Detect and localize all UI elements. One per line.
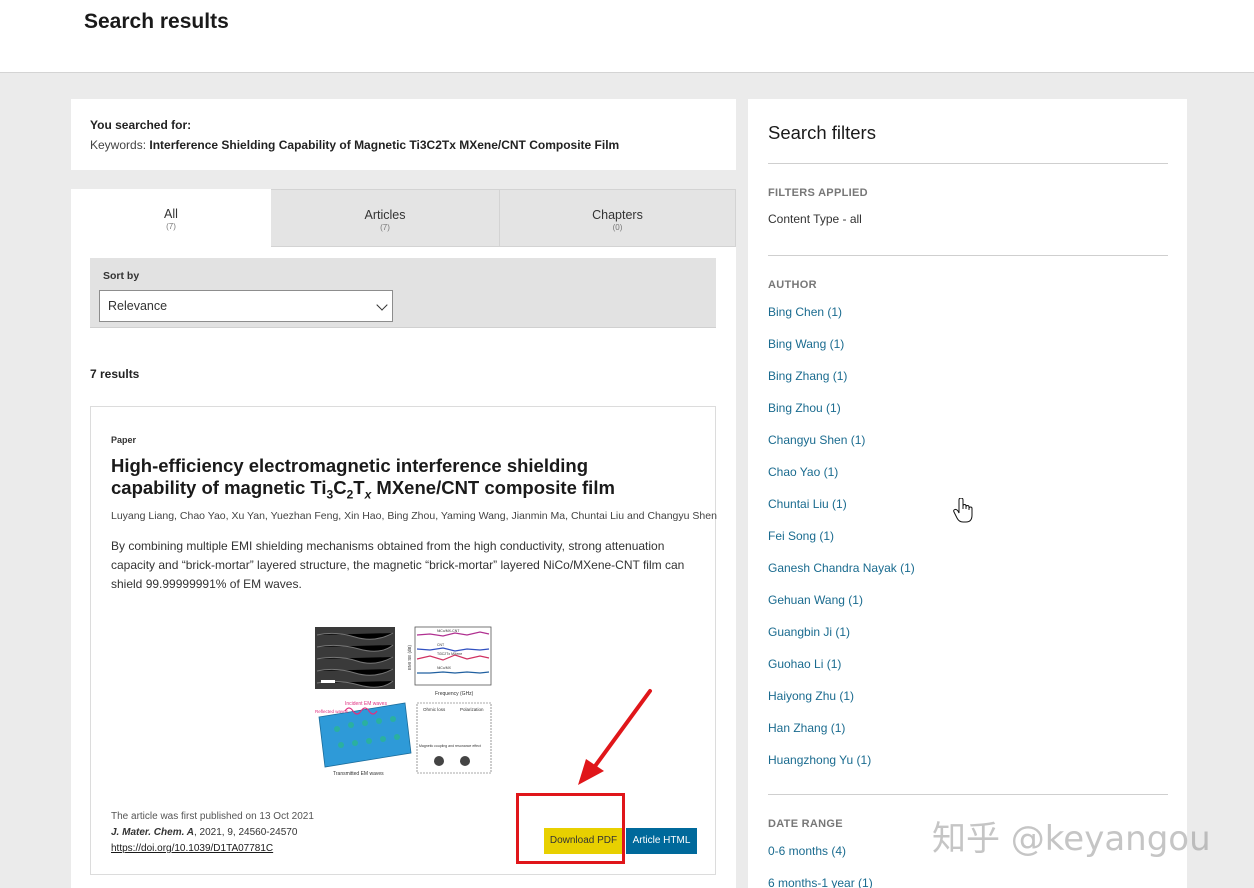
author-section-label: AUTHOR	[768, 279, 817, 291]
formula-subscripts: 3C2Tx	[326, 477, 372, 502]
content-type-filter: Content Type - all	[768, 212, 862, 226]
label-ohmic: Ohmic loss	[423, 707, 446, 712]
author-list: Bing Chen (1) Bing Wang (1) Bing Zhang (…	[768, 305, 915, 785]
author-filter-item[interactable]: Chao Yao (1)	[768, 465, 915, 497]
mechanism-panel	[416, 702, 492, 774]
search-keywords: Keywords: Interference Shielding Capabil…	[90, 138, 717, 152]
published-date: The article was first published on 13 Oc…	[111, 811, 314, 822]
author-filter-item[interactable]: Bing Chen (1)	[768, 305, 915, 337]
tab-articles-count: (7)	[380, 223, 390, 232]
author-filter-item[interactable]: Fei Song (1)	[768, 529, 915, 561]
author-filter-item[interactable]: Changyu Shen (1)	[768, 433, 915, 465]
filters-title: Search filters	[768, 122, 876, 143]
author-filter-item[interactable]: Chuntai Liu (1)	[768, 497, 915, 529]
filters-applied-label: FILTERS APPLIED	[768, 187, 868, 199]
result-title-suffix: MXene/CNT composite film	[371, 477, 615, 498]
sort-label: Sort by	[103, 270, 140, 282]
author-filter-item[interactable]: Bing Zhou (1)	[768, 401, 915, 433]
red-arrow-annotation	[578, 689, 652, 785]
author-filter-item[interactable]: Han Zhang (1)	[768, 721, 915, 753]
date-filter-item[interactable]: 0-6 months (4)	[768, 844, 846, 858]
tab-articles[interactable]: Articles (7)	[271, 189, 500, 247]
chevron-down-icon	[376, 299, 388, 311]
magnetic-particle-2	[460, 756, 470, 766]
journal-name: J. Mater. Chem. A	[111, 827, 194, 838]
se-legend-4: NiCo/MX	[437, 666, 452, 670]
tab-all-label: All	[164, 207, 178, 221]
sort-box: Sort by Relevance	[90, 258, 716, 328]
date-filter-item[interactable]: 6 months-1 year (1)	[768, 876, 873, 888]
scale-bar	[321, 680, 335, 683]
keywords-prefix: Keywords:	[90, 138, 150, 152]
result-title[interactable]: High-efficiency electromagnetic interfer…	[111, 455, 701, 506]
tab-articles-label: Articles	[364, 208, 406, 222]
search-summary-label: You searched for:	[90, 118, 192, 132]
keywords-value: Interference Shielding Capability of Mag…	[149, 138, 620, 152]
label-reflected: Reflected waves	[315, 709, 349, 714]
author-filter-item[interactable]: Guangbin Ji (1)	[768, 625, 915, 657]
result-abstract: By combining multiple EMI shielding mech…	[111, 539, 685, 591]
search-filters: Search filters FILTERS APPLIED Content T…	[748, 99, 1187, 888]
hand-cursor-icon	[953, 498, 973, 523]
results-count: 7 results	[90, 367, 140, 381]
graphical-abstract-image: Frequency (GHz) EMI SE (dB) NiCo/MX-CNT …	[315, 626, 492, 777]
divider	[768, 794, 1168, 795]
red-highlight-box	[516, 793, 625, 864]
page-header: Search results	[0, 0, 1254, 73]
author-filter-item[interactable]: Ganesh Chandra Nayak (1)	[768, 561, 915, 593]
result-title-line1: High-efficiency electromagnetic interfer…	[111, 455, 589, 476]
label-transmitted: Transmitted EM waves	[333, 771, 384, 777]
magnetic-particle-1	[434, 756, 444, 766]
result-type: Paper	[111, 435, 137, 445]
label-incident: Incident EM waves	[345, 701, 387, 707]
citation-details: , 2021, 9, 24560-24570	[194, 827, 298, 838]
watermark-text: 知乎 @keyangou	[932, 819, 1211, 859]
se-legend-2: CNT	[437, 643, 445, 647]
se-legend-3: Ti3C2Tx MXene	[437, 652, 462, 656]
result-title-line2: capability of magnetic Ti3C2Tx MXene/CNT…	[111, 477, 701, 506]
sort-selected-value: Relevance	[108, 299, 168, 313]
author-filter-item[interactable]: Huangzhong Yu (1)	[768, 753, 915, 785]
author-filter-item[interactable]: Gehuan Wang (1)	[768, 593, 915, 625]
doi-link[interactable]: https://doi.org/10.1039/D1TA07781C	[111, 843, 273, 854]
divider	[768, 255, 1168, 256]
tab-all[interactable]: All (7)	[71, 189, 271, 247]
label-magnetic: Magnetic coupling and resonance effect	[419, 744, 481, 748]
se-y-axis-label: EMI SE (dB)	[407, 644, 412, 670]
article-html-button[interactable]: Article HTML	[626, 828, 697, 854]
tab-chapters-label: Chapters	[592, 208, 643, 222]
result-title-prefix: capability of magnetic Ti	[111, 477, 327, 498]
date-range-label: DATE RANGE	[768, 818, 843, 830]
author-filter-item[interactable]: Haiyong Zhu (1)	[768, 689, 915, 721]
author-filter-item[interactable]: Guohao Li (1)	[768, 657, 915, 689]
result-authors: Luyang Liang, Chao Yao, Xu Yan, Yuezhan …	[111, 510, 717, 522]
journal-citation: J. Mater. Chem. A, 2021, 9, 24560-24570	[111, 825, 314, 841]
page-title: Search results	[84, 10, 229, 33]
divider	[768, 163, 1168, 164]
se-legend-1: NiCo/MX-CNT	[437, 629, 460, 633]
result-meta: The article was first published on 13 Oc…	[111, 809, 314, 857]
tab-all-count: (7)	[166, 222, 176, 231]
sort-select[interactable]: Relevance	[99, 290, 393, 322]
result-tabs: All (7) Articles (7) Chapters (0)	[71, 189, 736, 247]
se-x-axis-label: Frequency (GHz)	[435, 691, 474, 697]
author-filter-item[interactable]: Bing Zhang (1)	[768, 369, 915, 401]
tab-chapters[interactable]: Chapters (0)	[500, 189, 736, 247]
label-polarization: Polarization	[460, 707, 484, 712]
search-summary: You searched for: Keywords: Interference…	[71, 99, 736, 170]
tab-chapters-count: (0)	[612, 223, 623, 232]
author-filter-item[interactable]: Bing Wang (1)	[768, 337, 915, 369]
